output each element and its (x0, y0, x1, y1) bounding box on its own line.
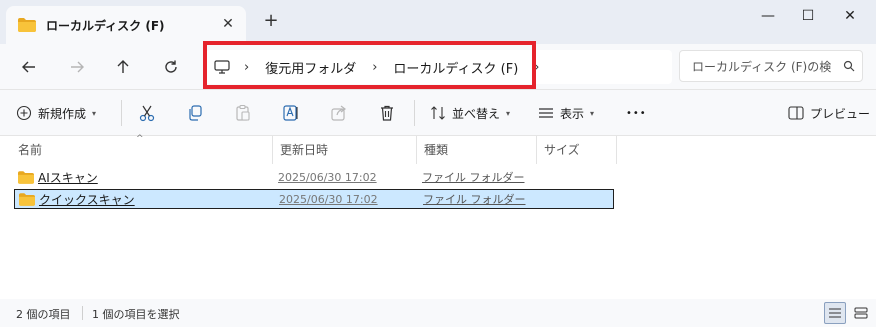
paste-icon (236, 104, 250, 121)
tiles-view-button[interactable] (850, 302, 872, 324)
close-window-button[interactable]: ✕ (830, 4, 870, 28)
title-bar: ローカルディスク (F) ✕ + — ☐ ✕ (0, 0, 876, 44)
folder-icon (18, 18, 36, 32)
search-box[interactable]: ローカルディスク (F)の検 (679, 50, 863, 82)
file-type: ファイル フォルダー (423, 193, 526, 206)
status-bar: 2 個の項目 1 個の項目を選択 (0, 299, 876, 327)
maximize-button[interactable]: ☐ (788, 4, 828, 28)
refresh-button[interactable] (158, 54, 184, 80)
column-divider[interactable] (536, 136, 537, 164)
sort-icon (431, 106, 445, 120)
forward-button[interactable] (64, 54, 90, 80)
file-row-quick-scan[interactable]: クイックスキャン 2025/06/30 17:02 ファイル フォルダー (14, 189, 614, 209)
details-view-button[interactable] (824, 302, 846, 324)
scissors-icon (139, 105, 155, 122)
command-bar: 新規作成 ▾ 並べ替え ▾ 表示 ▾ ••• プレビュー (0, 90, 876, 136)
copy-button[interactable] (186, 102, 204, 124)
chevron-down-icon: ▾ (92, 108, 97, 118)
cut-button[interactable] (138, 102, 156, 124)
paste-button[interactable] (234, 102, 252, 124)
new-button-label: 新規作成 (38, 106, 87, 121)
tab-close-icon[interactable]: ✕ (220, 16, 236, 32)
minimize-button[interactable]: — (748, 4, 788, 28)
delete-button[interactable] (378, 102, 396, 124)
share-button[interactable] (330, 102, 348, 124)
file-name[interactable]: AIスキャン (38, 168, 98, 188)
status-divider (82, 306, 83, 320)
tiles-view-icon (854, 307, 868, 319)
preview-button[interactable]: プレビュー (788, 102, 870, 124)
column-divider[interactable] (416, 136, 417, 164)
new-button[interactable]: 新規作成 ▾ (16, 102, 96, 124)
view-button-label: 表示 (560, 106, 585, 121)
file-name[interactable]: クイックスキャン (39, 190, 135, 210)
more-button[interactable]: ••• (626, 102, 647, 124)
folder-icon (19, 193, 35, 206)
arrow-right-icon (71, 61, 84, 73)
view-button[interactable]: 表示 ▾ (538, 102, 594, 124)
column-divider[interactable] (616, 136, 617, 164)
details-view-icon (829, 308, 841, 318)
toolbar-divider (121, 100, 122, 126)
item-count: 2 個の項目 (16, 308, 71, 321)
file-type: ファイル フォルダー (422, 171, 525, 184)
file-date: 2025/06/30 17:02 (279, 193, 378, 206)
column-name[interactable]: 名前 (12, 136, 272, 164)
share-icon (331, 105, 346, 121)
arrow-up-icon (117, 60, 129, 73)
tab-title: ローカルディスク (F) (46, 18, 165, 33)
highlight-box (203, 41, 536, 89)
rename-icon (283, 105, 298, 121)
chevron-down-icon: ▾ (590, 108, 595, 118)
plus-circle-icon (16, 105, 32, 121)
rename-button[interactable] (282, 102, 300, 124)
new-tab-button[interactable]: + (262, 12, 280, 30)
column-header: ^ 名前 更新日時 種類 サイズ (0, 134, 876, 164)
file-list: ^ 名前 更新日時 種類 サイズ AIスキャン 2025/06/30 17:02… (0, 134, 876, 299)
list-view-icon (539, 108, 553, 118)
folder-icon (18, 171, 34, 184)
copy-icon (189, 105, 202, 121)
trash-icon (381, 105, 393, 121)
column-divider[interactable] (272, 136, 273, 164)
toolbar-divider (414, 100, 415, 126)
chevron-down-icon: ▾ (506, 108, 511, 118)
tab-local-disk[interactable]: ローカルディスク (F) ✕ (6, 6, 246, 44)
preview-button-label: プレビュー (810, 106, 871, 121)
search-input[interactable]: ローカルディスク (F)の検 (692, 58, 836, 75)
refresh-icon (165, 60, 177, 73)
search-icon[interactable] (836, 56, 862, 76)
selected-count: 1 個の項目を選択 (92, 308, 180, 321)
more-icon: ••• (626, 107, 647, 119)
up-button[interactable] (110, 54, 136, 80)
sort-button[interactable]: 並べ替え ▾ (430, 102, 510, 124)
column-date-modified[interactable]: 更新日時 (274, 136, 416, 164)
preview-pane-icon (788, 106, 804, 120)
file-date: 2025/06/30 17:02 (278, 171, 377, 184)
file-row-ai-scan[interactable]: AIスキャン 2025/06/30 17:02 ファイル フォルダー (14, 168, 614, 188)
column-size[interactable]: サイズ (538, 136, 616, 164)
column-type[interactable]: 種類 (418, 136, 536, 164)
sort-button-label: 並べ替え (452, 106, 501, 121)
arrow-left-icon (22, 61, 35, 73)
back-button[interactable] (16, 54, 42, 80)
